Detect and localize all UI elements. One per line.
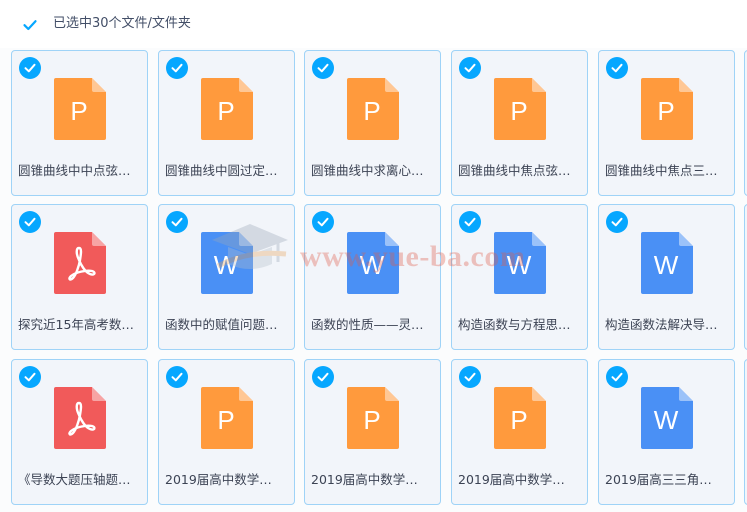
ppt-file-icon: P (199, 385, 255, 451)
svg-text:P: P (510, 96, 527, 126)
selected-check-icon[interactable] (166, 211, 188, 233)
file-card[interactable]: 探究近15年高考数… (11, 204, 148, 350)
selected-check-icon[interactable] (19, 366, 41, 388)
ppt-file-icon: P (639, 76, 695, 142)
file-name: 构造函数法解决导… (605, 317, 718, 332)
ppt-file-icon: P (345, 385, 401, 451)
selected-check-icon[interactable] (606, 211, 628, 233)
file-card[interactable]: P 圆锥曲线中求离心… (304, 50, 441, 196)
selected-check-icon[interactable] (312, 57, 334, 79)
file-name: 圆锥曲线中中点弦… (18, 163, 131, 178)
file-name: 圆锥曲线中焦点弦… (458, 163, 571, 178)
svg-text:P: P (510, 405, 527, 435)
file-name: 构造函数与方程思… (458, 317, 571, 332)
file-name: 圆锥曲线中圆过定… (165, 163, 278, 178)
selected-check-icon[interactable] (166, 366, 188, 388)
ppt-file-icon: P (492, 385, 548, 451)
ppt-file-icon: P (52, 76, 108, 142)
selected-check-icon[interactable] (19, 57, 41, 79)
file-card[interactable]: W 函数的性质——灵… (304, 204, 441, 350)
file-name: 《导数大题压轴题… (18, 472, 131, 487)
selected-check-icon[interactable] (166, 57, 188, 79)
svg-text:W: W (654, 405, 679, 435)
selected-check-icon[interactable] (459, 366, 481, 388)
svg-text:P: P (657, 96, 674, 126)
selected-check-icon[interactable] (312, 366, 334, 388)
file-card[interactable]: W 2019届高三三角… (598, 359, 735, 505)
selected-check-icon[interactable] (606, 57, 628, 79)
checkmark-icon (23, 20, 37, 31)
file-name: 函数中的赋值问题… (165, 317, 278, 332)
file-card[interactable]: W 构造函数与方程思… (451, 204, 588, 350)
word-file-icon: W (345, 230, 401, 296)
pdf-file-icon (52, 385, 108, 451)
selected-check-icon[interactable] (459, 57, 481, 79)
file-grid: P 圆锥曲线中中点弦… P 圆锥曲线中圆过定… P 圆锥曲线中求离心… P 圆锥… (0, 48, 747, 512)
file-name: 圆锥曲线中焦点三… (605, 163, 718, 178)
selected-check-icon[interactable] (19, 211, 41, 233)
selected-check-icon[interactable] (459, 211, 481, 233)
file-card[interactable]: W 构造函数法解决导… (598, 204, 735, 350)
file-card[interactable]: P 圆锥曲线中圆过定… (158, 50, 295, 196)
file-card[interactable]: P 2019届高中数学… (304, 359, 441, 505)
file-name: 函数的性质——灵… (311, 317, 424, 332)
file-name: 2019届高三三角… (605, 472, 712, 487)
ppt-file-icon: P (492, 76, 548, 142)
svg-text:P: P (363, 405, 380, 435)
word-file-icon: W (639, 230, 695, 296)
file-name: 2019届高中数学… (311, 472, 418, 487)
word-file-icon: W (639, 385, 695, 451)
selection-toolbar: 已选中30个文件/文件夹 (0, 0, 747, 48)
svg-text:P: P (217, 405, 234, 435)
file-name: 2019届高中数学… (458, 472, 565, 487)
selected-check-icon[interactable] (606, 366, 628, 388)
selected-check-icon[interactable] (312, 211, 334, 233)
select-all-checkbox[interactable] (22, 17, 38, 33)
file-card[interactable]: P 圆锥曲线中焦点三… (598, 50, 735, 196)
file-card[interactable]: P 2019届高中数学… (451, 359, 588, 505)
word-file-icon: W (492, 230, 548, 296)
watermark-logo (208, 220, 292, 276)
file-card[interactable]: P 2019届高中数学… (158, 359, 295, 505)
svg-text:P: P (217, 96, 234, 126)
selection-count-label: 已选中30个文件/文件夹 (53, 16, 191, 31)
file-card[interactable]: 《导数大题压轴题… (11, 359, 148, 505)
svg-text:P: P (363, 96, 380, 126)
file-card[interactable]: P 圆锥曲线中焦点弦… (451, 50, 588, 196)
pdf-file-icon (52, 230, 108, 296)
file-card[interactable]: P 圆锥曲线中中点弦… (11, 50, 148, 196)
ppt-file-icon: P (199, 76, 255, 142)
svg-text:W: W (507, 250, 532, 280)
svg-text:W: W (654, 250, 679, 280)
ppt-file-icon: P (345, 76, 401, 142)
file-name: 探究近15年高考数… (18, 317, 134, 332)
file-name: 2019届高中数学… (165, 472, 272, 487)
file-name: 圆锥曲线中求离心… (311, 163, 424, 178)
svg-text:P: P (70, 96, 87, 126)
svg-text:W: W (360, 250, 385, 280)
